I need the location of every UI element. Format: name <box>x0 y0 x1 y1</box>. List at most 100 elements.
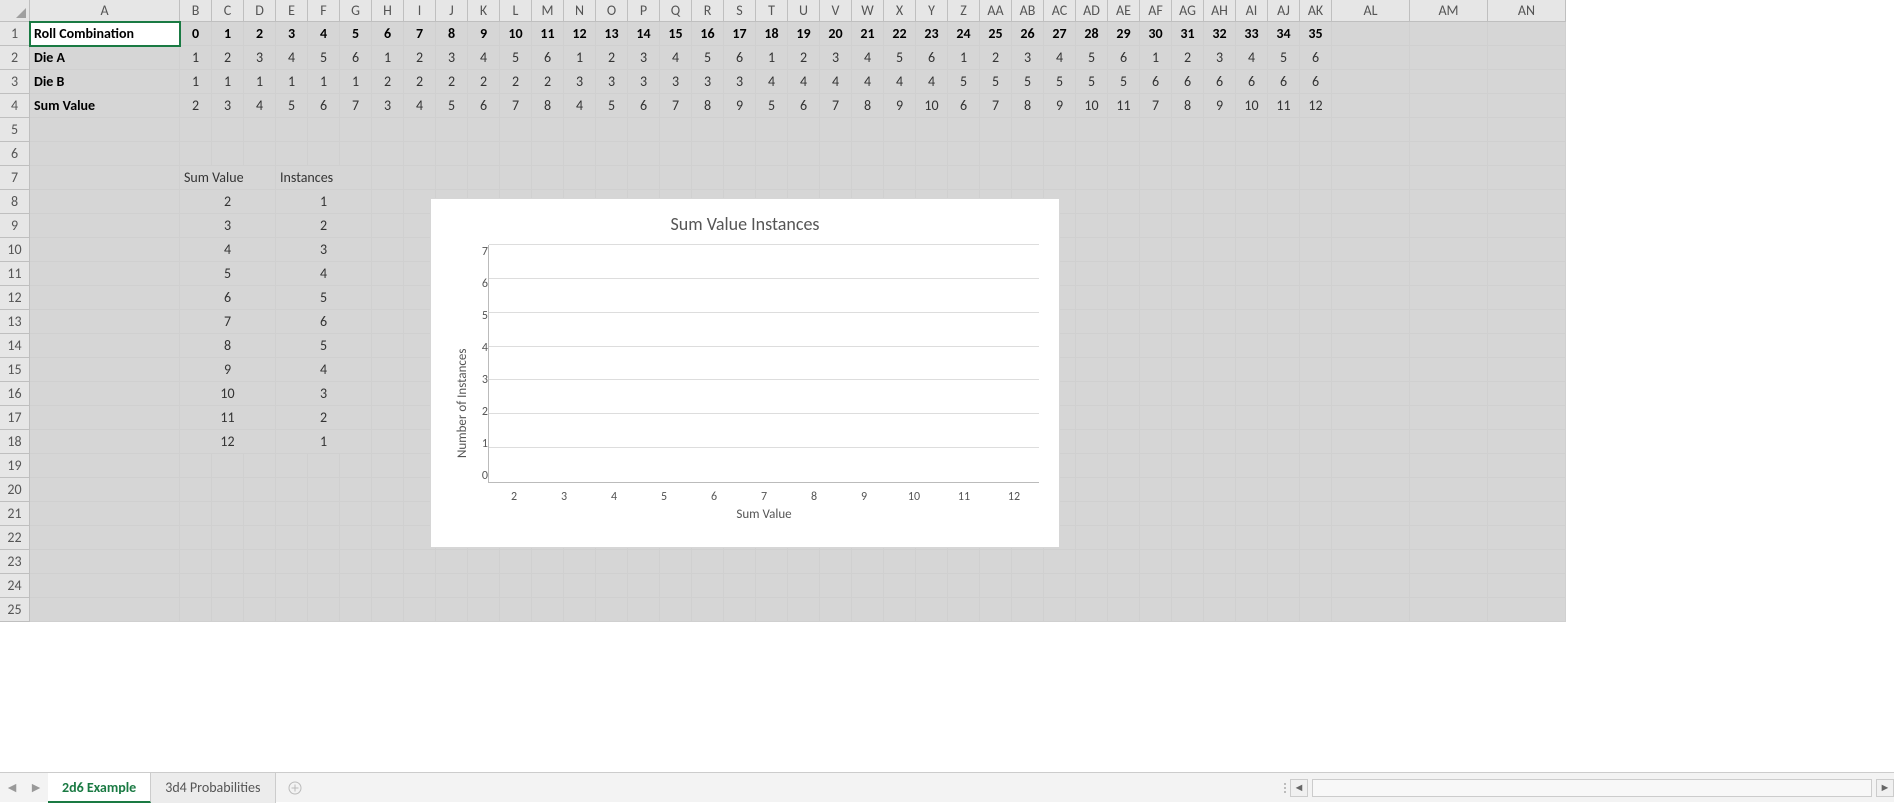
row-header-16[interactable]: 16 <box>0 382 30 406</box>
cell-AK15[interactable] <box>1300 358 1332 382</box>
cell-R2[interactable]: 5 <box>692 46 724 70</box>
col-header-N[interactable]: N <box>564 0 596 22</box>
cell-AL8[interactable] <box>1332 190 1410 214</box>
cell-AG8[interactable] <box>1172 190 1204 214</box>
cell-AL13[interactable] <box>1332 310 1410 334</box>
cell-F21[interactable] <box>308 502 340 526</box>
col-header-AE[interactable]: AE <box>1108 0 1140 22</box>
hscroll-left-button[interactable]: ◄ <box>1290 779 1308 797</box>
cell-M2[interactable]: 6 <box>532 46 564 70</box>
cell-AE4[interactable]: 11 <box>1108 94 1140 118</box>
cell-AF15[interactable] <box>1140 358 1172 382</box>
cell-E3[interactable]: 1 <box>276 70 308 94</box>
cell-AM20[interactable] <box>1410 478 1488 502</box>
cell-AF7[interactable] <box>1140 166 1172 190</box>
cell-AJ9[interactable] <box>1268 214 1300 238</box>
cell-E22[interactable] <box>276 526 308 550</box>
cell-AM4[interactable] <box>1410 94 1488 118</box>
cell-D20[interactable] <box>244 478 276 502</box>
cell-AL7[interactable] <box>1332 166 1410 190</box>
cell-D6[interactable] <box>244 142 276 166</box>
cell-N1[interactable]: 12 <box>564 22 596 46</box>
cell-AH12[interactable] <box>1204 286 1236 310</box>
cell-U25[interactable] <box>788 598 820 622</box>
cell-AD6[interactable] <box>1076 142 1108 166</box>
summary-sum-12[interactable]: 12 <box>180 430 276 454</box>
cell-AM9[interactable] <box>1410 214 1488 238</box>
cell-M7[interactable] <box>532 166 564 190</box>
cell-AD12[interactable] <box>1076 286 1108 310</box>
cell-AN21[interactable] <box>1488 502 1566 526</box>
cell-AG4[interactable]: 8 <box>1172 94 1204 118</box>
cell-AM25[interactable] <box>1410 598 1488 622</box>
cell-C4[interactable]: 3 <box>212 94 244 118</box>
cell-AM12[interactable] <box>1410 286 1488 310</box>
cell-H17[interactable] <box>372 406 404 430</box>
cell-AH5[interactable] <box>1204 118 1236 142</box>
cell-A12[interactable] <box>30 286 180 310</box>
cell-D22[interactable] <box>244 526 276 550</box>
cell-AH21[interactable] <box>1204 502 1236 526</box>
row-header-22[interactable]: 22 <box>0 526 30 550</box>
cell-W6[interactable] <box>852 142 884 166</box>
cell-Z7[interactable] <box>948 166 980 190</box>
cell-AK21[interactable] <box>1300 502 1332 526</box>
cell-AM21[interactable] <box>1410 502 1488 526</box>
cell-AK3[interactable]: 6 <box>1300 70 1332 94</box>
cell-R5[interactable] <box>692 118 724 142</box>
cell-K25[interactable] <box>468 598 500 622</box>
cell-H6[interactable] <box>372 142 404 166</box>
cell-AI19[interactable] <box>1236 454 1268 478</box>
cell-AL6[interactable] <box>1332 142 1410 166</box>
cell-AK17[interactable] <box>1300 406 1332 430</box>
cell-AA5[interactable] <box>980 118 1012 142</box>
cell-AG17[interactable] <box>1172 406 1204 430</box>
cell-AL9[interactable] <box>1332 214 1410 238</box>
cell-H25[interactable] <box>372 598 404 622</box>
cell-Y1[interactable]: 23 <box>916 22 948 46</box>
cell-D25[interactable] <box>244 598 276 622</box>
cell-AB7[interactable] <box>1012 166 1044 190</box>
cell-Q6[interactable] <box>660 142 692 166</box>
cell-AN3[interactable] <box>1488 70 1566 94</box>
cell-Z25[interactable] <box>948 598 980 622</box>
cell-AJ16[interactable] <box>1268 382 1300 406</box>
tab-nav-next[interactable]: ► <box>24 779 48 796</box>
cell-V1[interactable]: 20 <box>820 22 852 46</box>
cell-A18[interactable] <box>30 430 180 454</box>
cell-O3[interactable]: 3 <box>596 70 628 94</box>
cell-AM8[interactable] <box>1410 190 1488 214</box>
cell-AE16[interactable] <box>1108 382 1140 406</box>
cell-I23[interactable] <box>404 550 436 574</box>
hscroll-right-button[interactable]: ► <box>1876 779 1894 797</box>
cell-AK6[interactable] <box>1300 142 1332 166</box>
cell-AE11[interactable] <box>1108 262 1140 286</box>
cell-C25[interactable] <box>212 598 244 622</box>
cell-K2[interactable]: 4 <box>468 46 500 70</box>
cell-A17[interactable] <box>30 406 180 430</box>
col-header-AI[interactable]: AI <box>1236 0 1268 22</box>
cell-AE19[interactable] <box>1108 454 1140 478</box>
cell-O6[interactable] <box>596 142 628 166</box>
cell-AG21[interactable] <box>1172 502 1204 526</box>
cell-AJ18[interactable] <box>1268 430 1300 454</box>
cell-A3[interactable]: Die B <box>30 70 180 94</box>
cell-R1[interactable]: 16 <box>692 22 724 46</box>
cell-AB2[interactable]: 3 <box>1012 46 1044 70</box>
cell-V7[interactable] <box>820 166 852 190</box>
cell-AE9[interactable] <box>1108 214 1140 238</box>
cell-AF8[interactable] <box>1140 190 1172 214</box>
cell-H3[interactable]: 2 <box>372 70 404 94</box>
cell-AJ24[interactable] <box>1268 574 1300 598</box>
cell-AJ15[interactable] <box>1268 358 1300 382</box>
cell-AG18[interactable] <box>1172 430 1204 454</box>
cell-B25[interactable] <box>180 598 212 622</box>
cell-T6[interactable] <box>756 142 788 166</box>
cell-S2[interactable]: 6 <box>724 46 756 70</box>
col-header-R[interactable]: R <box>692 0 724 22</box>
cell-B4[interactable]: 2 <box>180 94 212 118</box>
cell-AG16[interactable] <box>1172 382 1204 406</box>
cell-E6[interactable] <box>276 142 308 166</box>
cell-AI16[interactable] <box>1236 382 1268 406</box>
cell-G21[interactable] <box>340 502 372 526</box>
